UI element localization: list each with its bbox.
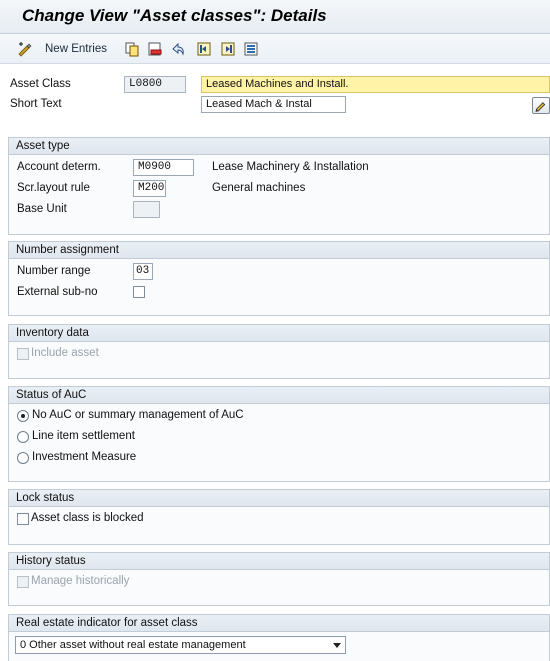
group-title-status-auc: Status of AuC	[9, 387, 549, 404]
group-inventory-data: Inventory data Include asset	[8, 324, 550, 379]
group-asset-type: Asset type Account determ. M0900 Lease M…	[8, 137, 550, 235]
select-all-icon[interactable]	[243, 41, 259, 57]
group-title-inventory-data: Inventory data	[9, 325, 549, 342]
display-change-icon[interactable]	[17, 41, 33, 57]
next-entry-icon[interactable]	[220, 41, 236, 57]
number-range-field[interactable]: 03	[133, 263, 153, 280]
scr-layout-label: Scr.layout rule	[17, 182, 90, 194]
radio-no-auc[interactable]	[17, 410, 29, 422]
include-asset-checkbox[interactable]	[17, 348, 29, 360]
group-lock-status: Lock status Asset class is blocked	[8, 489, 550, 545]
asset-class-description-field[interactable]: Leased Machines and Install.	[201, 76, 550, 93]
asset-class-header: Asset Class L0800 Leased Machines and In…	[0, 72, 550, 120]
copy-icon[interactable]	[124, 41, 140, 57]
real-estate-dropdown[interactable]: 0 Other asset without real estate manage…	[15, 636, 346, 654]
account-determ-description: Lease Machinery & Installation	[212, 161, 369, 173]
external-subno-label: External sub-no	[17, 286, 98, 298]
scr-layout-field[interactable]: M200	[133, 180, 166, 197]
application-toolbar: New Entries	[0, 34, 550, 64]
short-text-label: Short Text	[10, 98, 62, 110]
radio-line-item-settlement-label: Line item settlement	[32, 430, 135, 442]
asset-class-label: Asset Class	[10, 78, 71, 90]
asset-class-blocked-checkbox[interactable]	[17, 513, 29, 525]
asset-class-field: L0800	[124, 76, 186, 93]
external-subno-checkbox[interactable]	[133, 286, 145, 298]
radio-line-item-settlement[interactable]	[17, 431, 29, 443]
main-content: Asset Class L0800 Leased Machines and In…	[0, 64, 550, 661]
group-title-history-status: History status	[9, 553, 549, 570]
pencil-icon	[535, 102, 546, 113]
manage-historically-label: Manage historically	[31, 575, 130, 587]
manage-historically-checkbox[interactable]	[17, 576, 29, 588]
account-determ-field[interactable]: M0900	[133, 159, 194, 176]
base-unit-field[interactable]	[133, 201, 160, 218]
include-asset-label: Include asset	[31, 347, 99, 359]
undo-icon[interactable]	[170, 41, 186, 57]
number-range-label: Number range	[17, 265, 91, 277]
radio-no-auc-label: No AuC or summary management of AuC	[32, 409, 244, 421]
group-title-number-assignment: Number assignment	[9, 242, 549, 259]
chevron-down-icon[interactable]	[333, 643, 341, 648]
page-title: Change View "Asset classes": Details	[22, 6, 327, 25]
title-bar: Change View "Asset classes": Details	[0, 0, 550, 34]
scr-layout-description: General machines	[212, 182, 306, 194]
delete-icon[interactable]	[147, 41, 163, 57]
group-number-assignment: Number assignment Number range 03 Extern…	[8, 241, 550, 316]
group-history-status: History status Manage historically	[8, 552, 550, 606]
group-title-real-estate: Real estate indicator for asset class	[9, 615, 549, 632]
previous-entry-icon[interactable]	[196, 41, 212, 57]
base-unit-label: Base Unit	[17, 203, 67, 215]
radio-investment-measure[interactable]	[17, 452, 29, 464]
group-title-lock-status: Lock status	[9, 490, 549, 507]
edit-long-text-button[interactable]	[532, 97, 550, 114]
new-entries-button[interactable]: New Entries	[45, 43, 107, 55]
radio-investment-measure-label: Investment Measure	[32, 451, 137, 463]
group-real-estate: Real estate indicator for asset class 0 …	[8, 614, 550, 661]
account-determ-label: Account determ.	[17, 161, 101, 173]
short-text-field[interactable]: Leased Mach & Instal	[201, 96, 346, 113]
group-status-auc: Status of AuC No AuC or summary manageme…	[8, 386, 550, 482]
asset-class-blocked-label: Asset class is blocked	[31, 512, 144, 524]
group-title-asset-type: Asset type	[9, 138, 549, 155]
real-estate-dropdown-value: 0 Other asset without real estate manage…	[20, 639, 246, 651]
